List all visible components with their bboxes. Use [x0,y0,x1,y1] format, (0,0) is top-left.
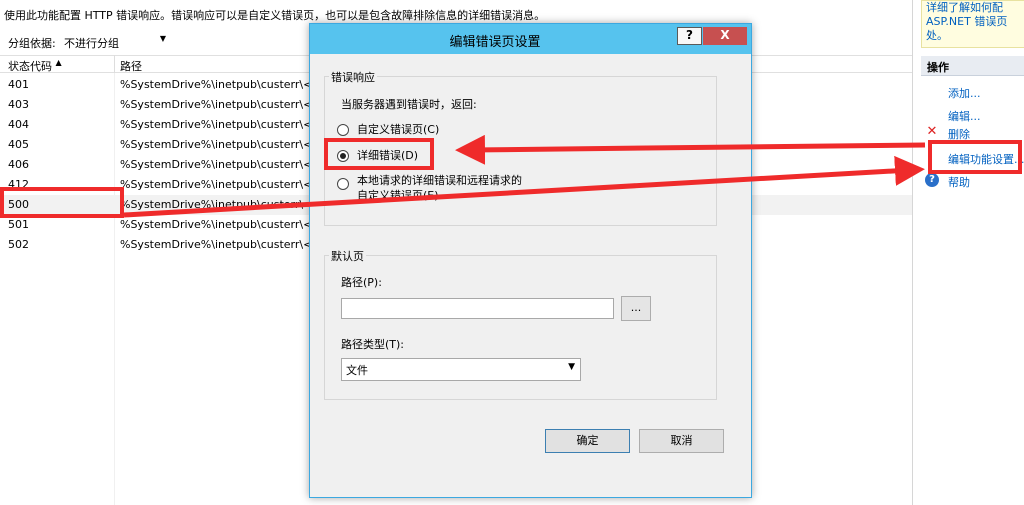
radio-local-remote-label: 本地请求的详细错误和远程请求的 [357,174,522,187]
highlight-box-detailed [324,138,434,170]
ok-button[interactable]: 确定 [545,429,630,453]
dialog-title: 编辑错误页设置 [449,35,541,50]
path-type-label: 路径类型(T): [341,338,405,351]
add-action[interactable]: 添加... [948,85,981,101]
row-path: %SystemDrive%\inetpub\custerr\< [120,178,313,191]
row-path: %SystemDrive%\inetpub\custerr\< [120,118,313,131]
browse-button[interactable]: ... [621,296,651,321]
column-status-code[interactable]: 状态代码 ▲ [8,58,62,74]
group-by-label: 分组依据: [8,37,56,50]
help-icon: ? [925,173,939,187]
highlight-box-500 [0,187,124,218]
edit-action[interactable]: 编辑... [948,108,981,124]
status-code: 406 [8,158,29,171]
column-path[interactable]: 路径 [120,58,142,74]
cancel-button[interactable]: 取消 [639,429,724,453]
path-label: 路径(P): [341,276,382,289]
highlight-box-edit-feature [928,140,1022,174]
chevron-down-icon: ▼ [159,34,166,43]
status-code: 502 [8,238,29,251]
error-response-title: 错误响应 [329,69,377,85]
close-button[interactable]: X [703,27,747,45]
status-code: 401 [8,78,29,91]
default-page-title: 默认页 [329,248,366,264]
column-divider[interactable] [114,55,115,73]
path-type-select[interactable]: 文件 ▼ [341,358,581,381]
info-line: 处。 [926,29,948,42]
dialog-titlebar[interactable]: 编辑错误页设置 ? X [310,24,751,54]
delete-icon: ✕ [926,124,938,139]
path-input[interactable] [341,298,614,319]
radio-local-remote[interactable] [337,178,349,190]
column-status-code-label: 状态代码 [8,60,52,73]
edit-error-pages-dialog: 编辑错误页设置 ? X 错误响应 当服务器遇到错误时，返回: 自定义错误页(C)… [309,23,752,498]
custom-error-pages-option[interactable]: 自定义错误页(C) [337,123,439,136]
group-by-value: 不进行分组 [64,37,119,50]
row-path: %SystemDrive%\inetpub\custerr\< [120,158,313,171]
row-path: %SystemDrive%\inetpub\custerr\< [120,78,313,91]
local-detailed-remote-custom-option[interactable]: 本地请求的详细错误和远程请求的 自定义错误页(E) [337,174,522,202]
default-page-group: 默认页 路径(P): ... 路径类型(T): 文件 ▼ [324,248,717,400]
sort-ascending-icon: ▲ [55,58,62,67]
radio-custom[interactable] [337,124,349,136]
row-path: %SystemDrive%\inetpub\custerr\< [120,138,313,151]
actions-title: 操作 [921,56,1024,76]
error-response-prompt: 当服务器遇到错误时，返回: [341,98,477,111]
row-path: %SystemDrive%\inetpub\custerr\< [120,98,313,111]
status-code: 404 [8,118,29,131]
chevron-down-icon: ▼ [568,362,575,372]
info-line: ASP.NET 错误页 [926,15,1008,28]
info-box[interactable]: 详细了解如何配 ASP.NET 错误页 处。 [921,0,1024,48]
info-line: 详细了解如何配 [926,1,1003,14]
path-type-value: 文件 [346,364,368,377]
status-code: 405 [8,138,29,151]
row-path: %SystemDrive%\inetpub\custerr\< [120,198,313,211]
status-code: 403 [8,98,29,111]
help-button[interactable]: ? [677,27,702,45]
feature-description: 使用此功能配置 HTTP 错误响应。错误响应可以是自定义错误页，也可以是包含故障… [4,9,546,22]
radio-local-remote-label-2: 自定义错误页(E) [357,189,439,202]
row-path: %SystemDrive%\inetpub\custerr\< [120,238,313,251]
actions-pane: 详细了解如何配 ASP.NET 错误页 处。 操作 添加... 编辑... ✕ … [912,0,1024,505]
radio-custom-label: 自定义错误页(C) [357,123,440,136]
group-by-select[interactable]: 不进行分组 ▼ [60,33,170,51]
status-code: 501 [8,218,29,231]
help-action[interactable]: 帮助 [948,174,970,190]
row-path: %SystemDrive%\inetpub\custerr\< [120,218,313,231]
